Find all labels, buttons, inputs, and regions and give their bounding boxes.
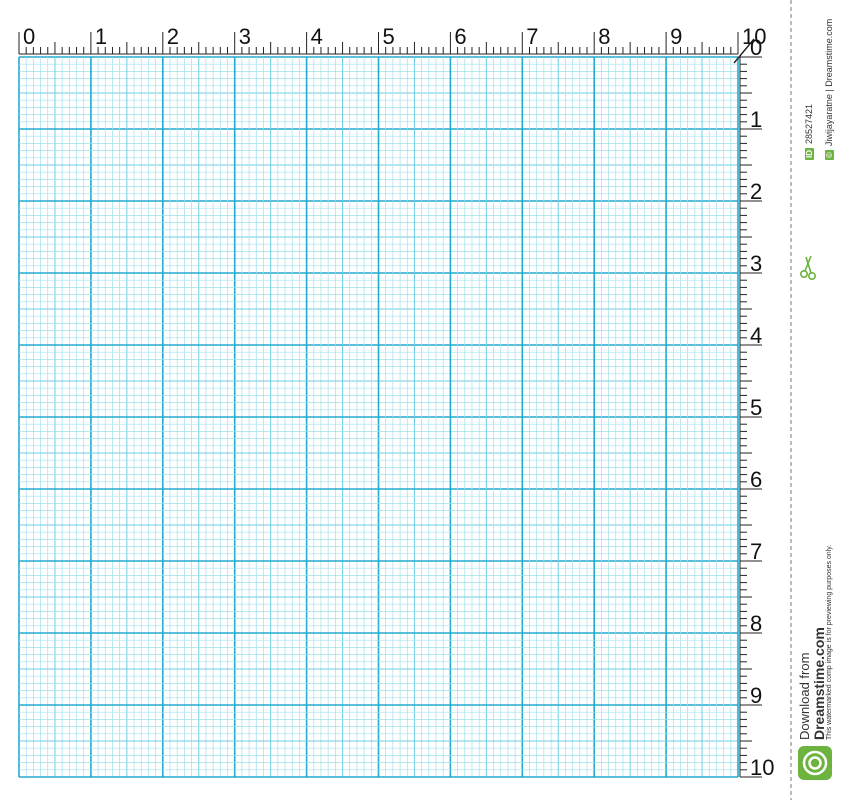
top-ruler-label: 1 <box>95 24 107 49</box>
credit-badge: © <box>825 150 834 160</box>
image-id: 28527421 <box>804 103 814 144</box>
grid-area <box>18 56 739 778</box>
right-ruler-label: 7 <box>750 539 762 564</box>
right-ruler-label: 5 <box>750 395 762 420</box>
top-ruler-label: 7 <box>526 24 538 49</box>
graph-paper-page: 0 1 2 3 4 5 6 7 8 9 10 0 1 2 3 4 5 6 7 8 9 10 ©Jiwijayaratne… <box>0 0 846 800</box>
right-ruler-label: 4 <box>750 323 762 348</box>
credit-text: Jiwijayaratne | Dreamstime.com <box>824 18 834 147</box>
credit-line: © Jiwijayaratne | Dreamstime.com <box>824 19 834 160</box>
image-id-line: ID 28527421 <box>804 104 814 160</box>
right-ruler-label: 9 <box>750 683 762 708</box>
top-ruler-label: 2 <box>167 24 179 49</box>
id-badge: ID <box>805 148 814 160</box>
right-ruler-label: 3 <box>750 251 762 276</box>
watermark-sidebar: © Jiwijayaratne | Dreamstime.com ID 285274… <box>794 0 846 800</box>
top-ruler: 0 1 2 3 4 5 6 7 8 9 10 <box>18 24 766 55</box>
right-ruler-label: 1 <box>750 107 762 132</box>
graph-paper: 0 1 2 3 4 5 6 7 8 9 10 012345678910 <box>18 0 832 800</box>
top-ruler-label: 6 <box>454 24 466 49</box>
right-ruler-label: 0 <box>750 35 762 60</box>
preview-note: This watermarked comp image is for previ… <box>826 544 833 740</box>
right-ruler-label: 10 <box>750 755 774 780</box>
right-ruler-label: 6 <box>750 467 762 492</box>
top-ruler-label: 0 <box>23 24 35 49</box>
right-ruler-label: 8 <box>750 611 762 636</box>
right-ruler: 0 1 2 3 4 5 6 7 8 9 10 <box>733 35 774 780</box>
top-ruler-label: 3 <box>239 24 251 49</box>
top-ruler-label: 5 <box>383 24 395 49</box>
top-ruler-label: 4 <box>311 24 323 49</box>
download-from-text: Download from <box>797 652 812 740</box>
top-ruler-label: 9 <box>670 24 682 49</box>
top-ruler-label: 8 <box>598 24 610 49</box>
brand-name: Dreamstime.com <box>811 627 827 740</box>
right-ruler-label: 2 <box>750 179 762 204</box>
